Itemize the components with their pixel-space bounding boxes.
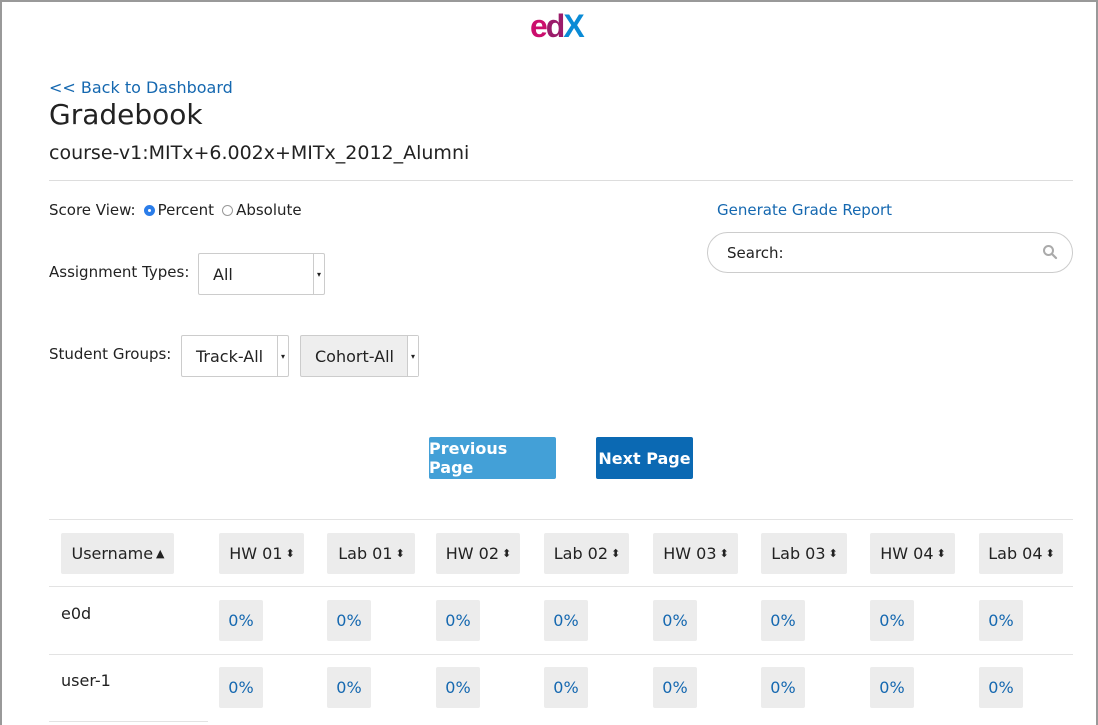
column-header-label: HW 01 bbox=[229, 544, 283, 563]
track-select[interactable]: Track-All ▾ bbox=[181, 335, 289, 377]
chevron-down-icon: ▾ bbox=[277, 336, 288, 376]
next-page-button[interactable]: Next Page bbox=[596, 437, 693, 479]
sort-asc-icon: ▲ bbox=[156, 547, 165, 560]
grade-cell[interactable]: 0% bbox=[327, 600, 371, 641]
search-icon bbox=[1042, 244, 1058, 264]
generate-grade-report-link[interactable]: Generate Grade Report bbox=[717, 201, 892, 219]
percent-radio-label[interactable]: Percent bbox=[158, 201, 214, 219]
username-cell: e0d bbox=[61, 604, 92, 623]
sort-icon: ⬍ bbox=[828, 547, 838, 560]
username-header-label: Username bbox=[71, 544, 154, 563]
cohort-select[interactable]: Cohort-All ▾ bbox=[300, 335, 419, 377]
grade-cell[interactable]: 0% bbox=[327, 667, 371, 708]
sort-icon: ⬍ bbox=[502, 547, 511, 560]
previous-page-button[interactable]: Previous Page bbox=[429, 437, 556, 479]
column-header-label: HW 03 bbox=[663, 544, 717, 563]
column-header-label: HW 04 bbox=[880, 544, 934, 563]
back-to-dashboard-link[interactable]: << Back to Dashboard bbox=[49, 78, 233, 97]
assignment-types-value: All bbox=[213, 264, 233, 284]
column-header-label: Lab 02 bbox=[553, 544, 609, 563]
column-header-label: Lab 01 bbox=[338, 544, 393, 563]
chevron-down-icon: ▾ bbox=[313, 254, 324, 294]
column-header-username[interactable]: Username ▲ bbox=[61, 533, 174, 574]
sort-icon: ⬍ bbox=[395, 547, 405, 560]
grade-cell[interactable]: 0% bbox=[870, 600, 914, 641]
column-header[interactable]: Lab 01 ⬍ bbox=[327, 533, 415, 574]
username-cell: user-1 bbox=[61, 671, 111, 690]
grade-cell[interactable]: 0% bbox=[653, 600, 697, 641]
cohort-value: Cohort-All bbox=[315, 346, 394, 366]
chevron-down-icon: ▾ bbox=[407, 336, 418, 376]
search-input[interactable]: Search: bbox=[707, 232, 1073, 273]
sort-icon: ⬍ bbox=[719, 547, 729, 560]
column-header[interactable]: Lab 02 ⬍ bbox=[544, 533, 629, 574]
sort-icon: ⬍ bbox=[285, 547, 295, 560]
table-divider bbox=[49, 654, 208, 655]
column-header[interactable]: HW 03 ⬍ bbox=[653, 533, 738, 574]
column-header[interactable]: HW 01 ⬍ bbox=[219, 533, 304, 574]
score-view-label: Score View: bbox=[49, 201, 136, 219]
sort-icon: ⬍ bbox=[936, 547, 946, 560]
grade-cell[interactable]: 0% bbox=[544, 667, 588, 708]
sort-icon: ⬍ bbox=[1045, 547, 1055, 560]
column-header-label: Lab 03 bbox=[771, 544, 826, 563]
table-divider bbox=[208, 654, 1073, 655]
page-title: Gradebook bbox=[49, 98, 203, 131]
column-header[interactable]: HW 02 ⬍ bbox=[436, 533, 520, 574]
score-view: Score View: Percent Absolute bbox=[49, 201, 302, 219]
column-header[interactable]: HW 04 ⬍ bbox=[870, 533, 955, 574]
search-label: Search: bbox=[727, 243, 784, 262]
assignment-types-select[interactable]: All ▾ bbox=[198, 253, 325, 295]
edx-logo[interactable]: edX bbox=[530, 8, 585, 44]
column-header-label: HW 02 bbox=[445, 544, 500, 563]
track-value: Track-All bbox=[196, 346, 264, 366]
column-header[interactable]: Lab 04 ⬍ bbox=[979, 533, 1063, 574]
table-divider bbox=[208, 519, 1073, 520]
table-divider bbox=[49, 586, 208, 587]
table-divider bbox=[208, 586, 1073, 587]
grade-cell[interactable]: 0% bbox=[219, 667, 263, 708]
grade-cell[interactable]: 0% bbox=[436, 600, 480, 641]
sort-icon: ⬍ bbox=[611, 547, 620, 560]
grade-cell[interactable]: 0% bbox=[761, 667, 805, 708]
table-divider bbox=[49, 721, 208, 722]
grade-cell[interactable]: 0% bbox=[219, 600, 263, 641]
grade-cell[interactable]: 0% bbox=[979, 667, 1023, 708]
grade-cell[interactable]: 0% bbox=[544, 600, 588, 641]
grade-cell[interactable]: 0% bbox=[436, 667, 480, 708]
absolute-radio[interactable] bbox=[222, 204, 234, 216]
course-id: course-v1:MITx+6.002x+MITx_2012_Alumni bbox=[49, 142, 470, 164]
divider bbox=[49, 180, 1073, 181]
percent-radio[interactable] bbox=[143, 204, 155, 216]
grade-cell[interactable]: 0% bbox=[761, 600, 805, 641]
grade-cell[interactable]: 0% bbox=[979, 600, 1023, 641]
grade-cell[interactable]: 0% bbox=[870, 667, 914, 708]
absolute-radio-label[interactable]: Absolute bbox=[236, 201, 302, 219]
student-groups-label: Student Groups: bbox=[49, 345, 172, 363]
grade-cell[interactable]: 0% bbox=[653, 667, 697, 708]
column-header[interactable]: Lab 03 ⬍ bbox=[761, 533, 847, 574]
assignment-types-label: Assignment Types: bbox=[49, 263, 190, 281]
table-divider bbox=[49, 519, 208, 520]
column-header-label: Lab 04 bbox=[988, 544, 1043, 563]
